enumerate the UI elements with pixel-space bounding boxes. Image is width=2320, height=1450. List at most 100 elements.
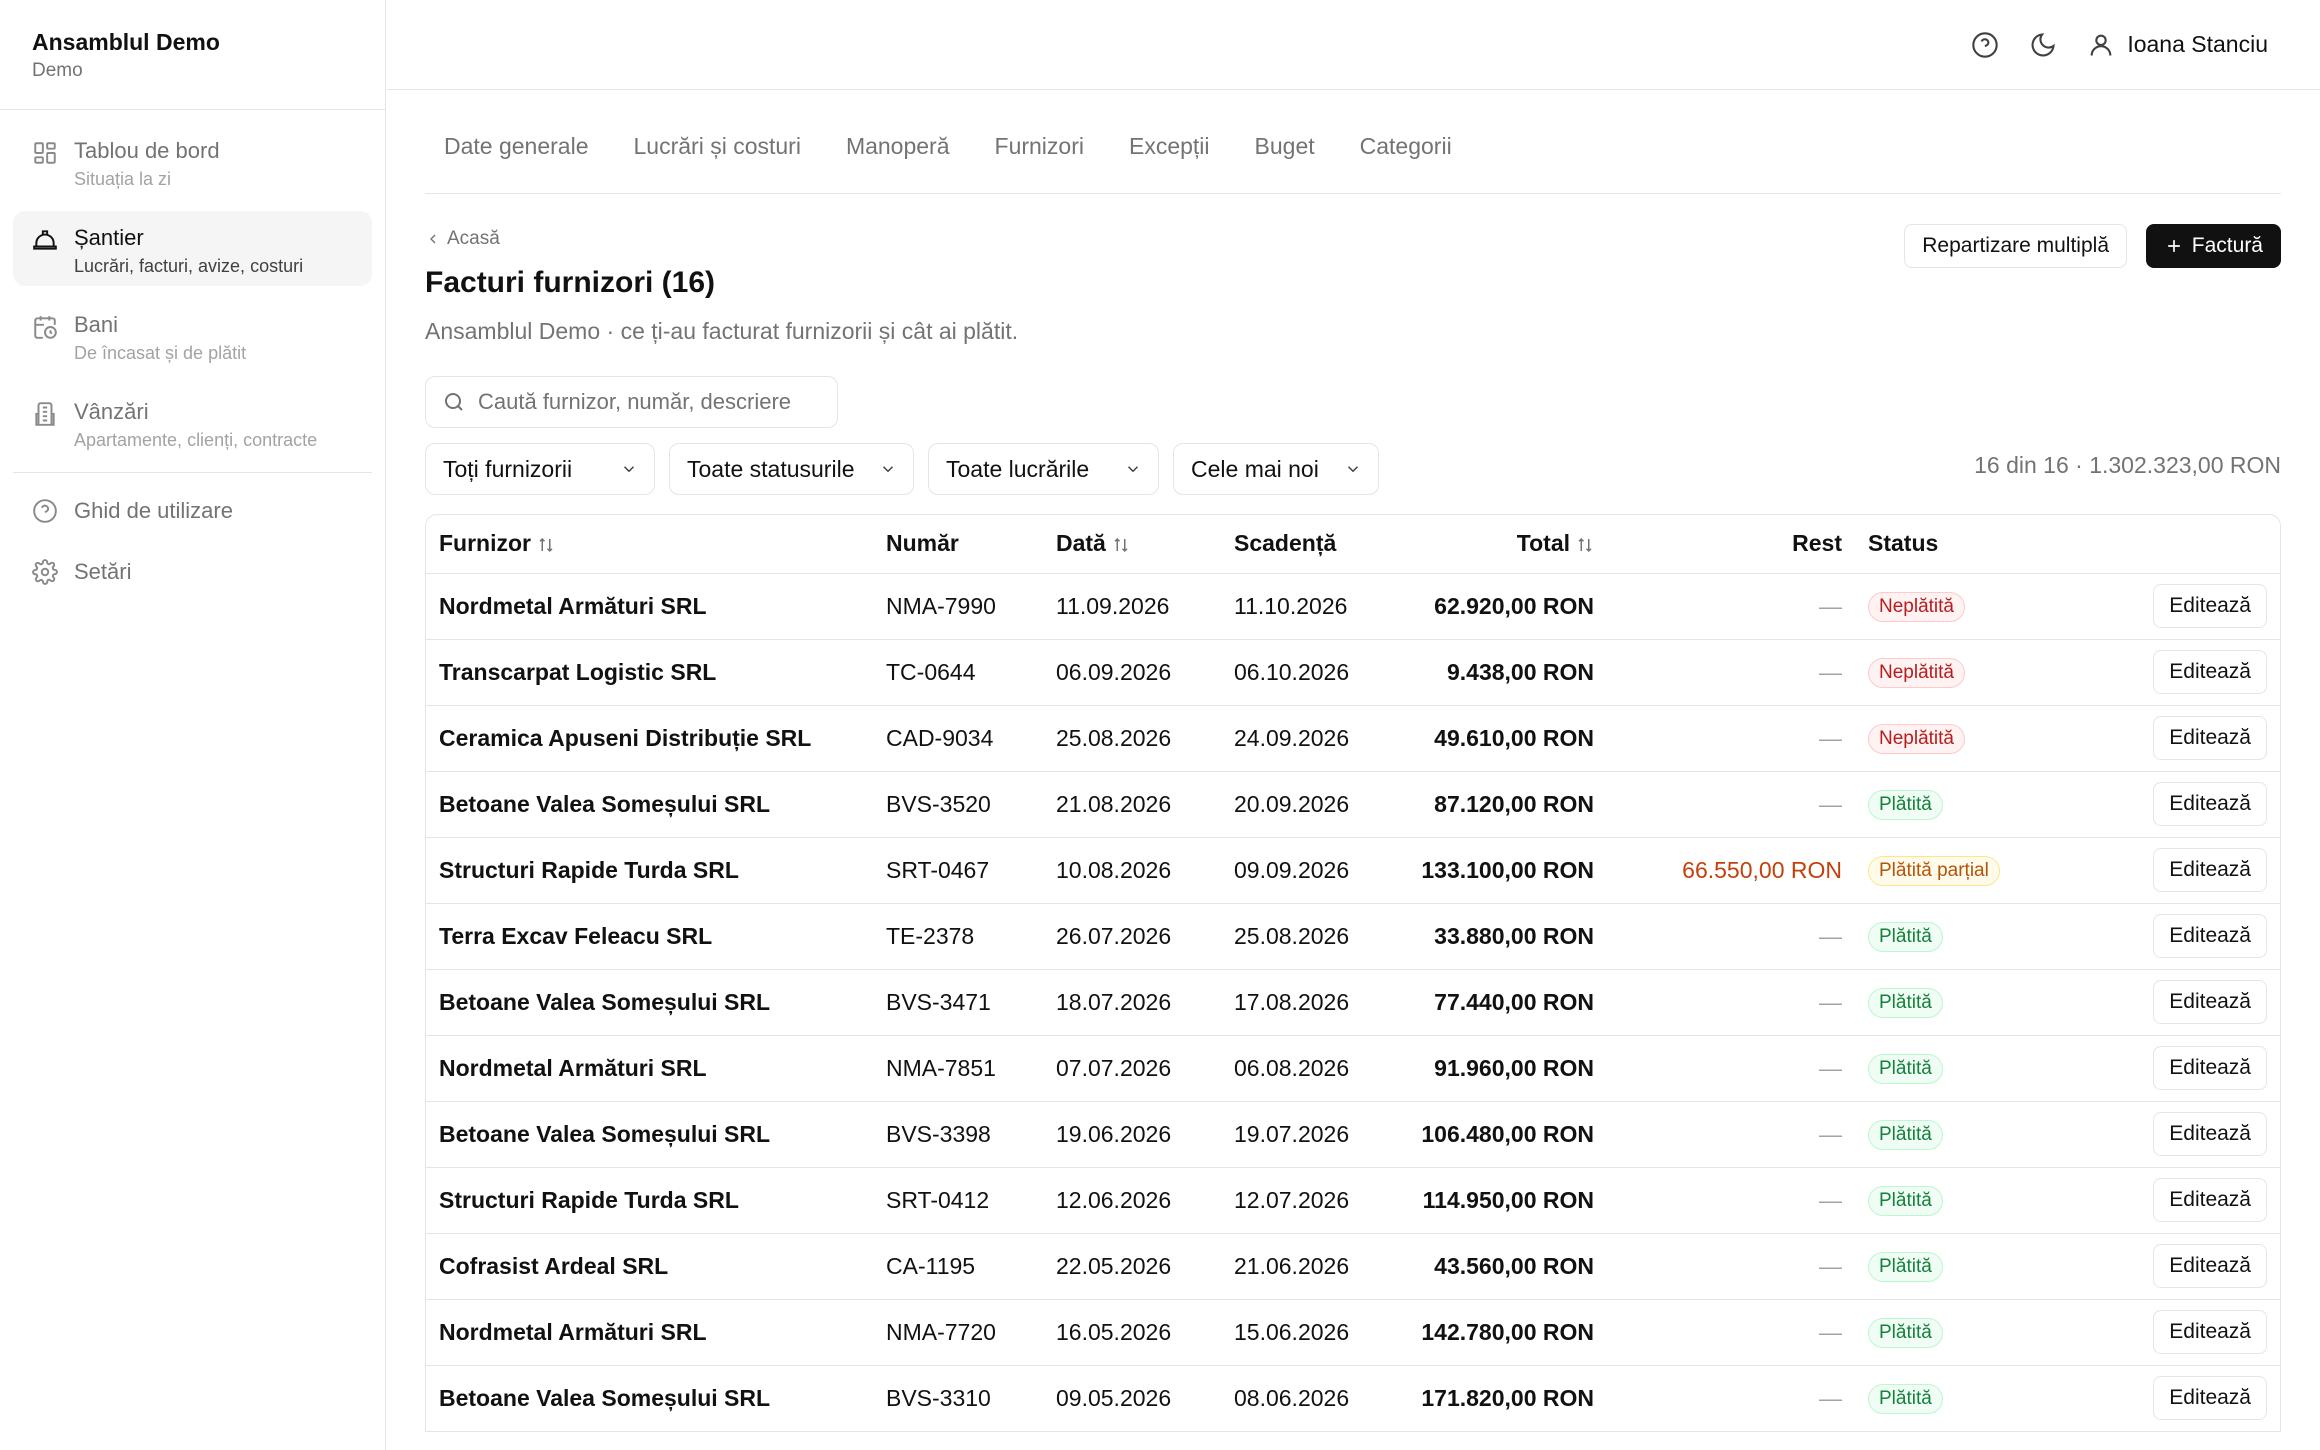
- status-badge: Plătită: [1868, 987, 1943, 1018]
- cell-actions: Editează: [2078, 573, 2280, 640]
- sort-icon: [1578, 538, 1592, 553]
- edit-invoice-button[interactable]: Editează: [2153, 1178, 2267, 1222]
- status-badge: Plătită: [1868, 1251, 1943, 1282]
- cell-rest: —: [1594, 771, 1842, 838]
- works-filter[interactable]: Toate lucrările: [928, 443, 1159, 495]
- table-row[interactable]: Terra Excav Feleacu SRL TE-2378 26.07.2026…: [426, 903, 2280, 970]
- sidebar-item-vanzari[interactable]: Vânzări Apartamente, clienți, contracte: [13, 385, 372, 460]
- cell-status: Plătită: [1842, 1299, 2078, 1366]
- cell-status: Plătită: [1842, 903, 2078, 970]
- cell-total: 114.950,00 RON: [1414, 1167, 1594, 1234]
- cell-date: 10.08.2026: [1056, 837, 1234, 904]
- table-row[interactable]: Structuri Rapide Turda SRL SRT-0412 12.06.…: [426, 1167, 2280, 1234]
- tab-categorii[interactable]: Categorii: [1360, 133, 1452, 160]
- cell-status: Plătită: [1842, 1167, 2078, 1234]
- cell-total: 9.438,00 RON: [1414, 639, 1594, 706]
- table-row[interactable]: Betoane Valea Someșului SRL BVS-3310 09.05…: [426, 1365, 2280, 1432]
- cell-status: Plătită: [1842, 1233, 2078, 1300]
- plus-icon: [2167, 240, 2180, 252]
- edit-invoice-button[interactable]: Editează: [2153, 1046, 2267, 1090]
- moon-icon[interactable]: [2029, 31, 2057, 59]
- cell-status: Plătită: [1842, 1365, 2078, 1432]
- table-row[interactable]: Betoane Valea Someșului SRL BVS-3398 19.06…: [426, 1101, 2280, 1168]
- tab-lucrari-costuri[interactable]: Lucrări și costuri: [634, 133, 801, 160]
- sidebar: Ansamblul Demo Demo Tablou de bord Situa…: [0, 0, 386, 1450]
- cell-supplier: Betoane Valea Someșului SRL: [426, 771, 886, 838]
- section-tabs: Date generale Lucrări și costuri Manoper…: [425, 90, 2281, 194]
- table-row[interactable]: Transcarpat Logistic SRL TC-0644 06.09.202…: [426, 639, 2280, 706]
- split-allocation-button[interactable]: Repartizare multiplă: [1904, 224, 2127, 268]
- sidebar-item-bani[interactable]: Bani De încasat și de plătit: [13, 298, 372, 373]
- table-row[interactable]: Betoane Valea Someșului SRL BVS-3520 21.08…: [426, 771, 2280, 838]
- column-header-supplier[interactable]: Furnizor: [426, 515, 886, 574]
- table-row[interactable]: Nordmetal Armături SRL NMA-7851 07.07.2026…: [426, 1035, 2280, 1102]
- help-circle-icon[interactable]: [1971, 31, 1999, 59]
- edit-invoice-button[interactable]: Editează: [2153, 1244, 2267, 1288]
- status-badge: Plătită: [1868, 1383, 1943, 1414]
- cell-rest: —: [1594, 573, 1842, 640]
- search-box: [425, 376, 838, 428]
- project-brand[interactable]: Ansamblul Demo Demo: [0, 0, 385, 110]
- table-row[interactable]: Ceramica Apuseni Distribuție SRL CAD-9034…: [426, 705, 2280, 772]
- edit-invoice-button[interactable]: Editează: [2153, 650, 2267, 694]
- cell-supplier: Structuri Rapide Turda SRL: [426, 1167, 886, 1234]
- sidebar-item-dashboard[interactable]: Tablou de bord Situația la zi: [13, 124, 372, 199]
- invoices-table: Furnizor Număr Dată Scadență Total Rest …: [425, 514, 2281, 1432]
- results-summary: 16 din 16 · 1.302.323,00 RON: [1974, 452, 2281, 478]
- table-row[interactable]: Nordmetal Armături SRL NMA-7990 11.09.2026…: [426, 573, 2280, 640]
- edit-invoice-button[interactable]: Editează: [2153, 980, 2267, 1024]
- table-row[interactable]: Nordmetal Armături SRL NMA-7720 16.05.2026…: [426, 1299, 2280, 1366]
- column-header-total[interactable]: Total: [1414, 515, 1594, 574]
- hard-hat-icon: [33, 230, 57, 250]
- cell-supplier: Betoane Valea Someșului SRL: [426, 969, 886, 1036]
- status-badge: Plătită: [1868, 1053, 1943, 1084]
- edit-invoice-button[interactable]: Editează: [2153, 1310, 2267, 1354]
- sidebar-item-label: Șantier: [74, 225, 144, 250]
- table-row[interactable]: Structuri Rapide Turda SRL SRT-0467 10.08.…: [426, 837, 2280, 904]
- calendar-clock-icon: [34, 316, 57, 339]
- column-header-actions: [2078, 515, 2280, 574]
- edit-invoice-button[interactable]: Editează: [2153, 1376, 2267, 1420]
- status-filter[interactable]: Toate statusurile: [669, 443, 914, 495]
- sidebar-item-settings[interactable]: Setări: [13, 548, 372, 596]
- cell-status: Plătită parțial: [1842, 837, 2078, 904]
- cell-actions: Editează: [2078, 1299, 2280, 1366]
- search-input[interactable]: [478, 389, 818, 415]
- cell-total: 106.480,00 RON: [1414, 1101, 1594, 1168]
- sidebar-item-guide[interactable]: Ghid de utilizare: [13, 487, 372, 535]
- table-row[interactable]: Betoane Valea Someșului SRL BVS-3471 18.07…: [426, 969, 2280, 1036]
- cell-total: 133.100,00 RON: [1414, 837, 1594, 904]
- cell-actions: Editează: [2078, 1167, 2280, 1234]
- sort-select[interactable]: Cele mai noi: [1173, 443, 1379, 495]
- status-badge: Plătită parțial: [1868, 855, 2000, 886]
- add-invoice-button[interactable]: Factură: [2145, 224, 2281, 268]
- cell-number: SRT-0412: [886, 1167, 1056, 1234]
- sidebar-item-santier[interactable]: Șantier Lucrări, facturi, avize, costuri: [13, 211, 372, 286]
- edit-invoice-button[interactable]: Editează: [2153, 782, 2267, 826]
- edit-invoice-button[interactable]: Editează: [2153, 848, 2267, 892]
- table-row[interactable]: Cofrasist Ardeal SRL CA-1195 22.05.2026 21.…: [426, 1233, 2280, 1300]
- column-header-rest: Rest: [1594, 515, 1842, 574]
- breadcrumb[interactable]: Acasă: [425, 228, 500, 250]
- cell-due-date: 25.08.2026: [1234, 903, 1414, 970]
- page-subtitle: Ansamblul Demo · ce ți-au facturat furni…: [425, 318, 1019, 344]
- tab-buget[interactable]: Buget: [1255, 133, 1315, 160]
- supplier-filter[interactable]: Toți furnizorii: [425, 443, 655, 495]
- cell-actions: Editează: [2078, 1233, 2280, 1300]
- tab-manopera[interactable]: Manoperă: [846, 133, 950, 160]
- cell-supplier: Transcarpat Logistic SRL: [426, 639, 886, 706]
- user-menu[interactable]: Ioana Stanciu: [2087, 31, 2268, 59]
- status-badge: Plătită: [1868, 789, 1943, 820]
- edit-invoice-button[interactable]: Editează: [2153, 716, 2267, 760]
- column-label: Dată: [1056, 530, 1106, 557]
- cell-total: 87.120,00 RON: [1414, 771, 1594, 838]
- edit-invoice-button[interactable]: Editează: [2153, 584, 2267, 628]
- cell-supplier: Betoane Valea Someșului SRL: [426, 1365, 886, 1432]
- tab-exceptii[interactable]: Excepții: [1129, 133, 1210, 160]
- tab-furnizori[interactable]: Furnizori: [995, 133, 1084, 160]
- column-header-date[interactable]: Dată: [1056, 515, 1234, 574]
- column-header-number: Număr: [886, 515, 1056, 574]
- edit-invoice-button[interactable]: Editează: [2153, 1112, 2267, 1156]
- tab-date-generale[interactable]: Date generale: [444, 133, 589, 160]
- edit-invoice-button[interactable]: Editează: [2153, 914, 2267, 958]
